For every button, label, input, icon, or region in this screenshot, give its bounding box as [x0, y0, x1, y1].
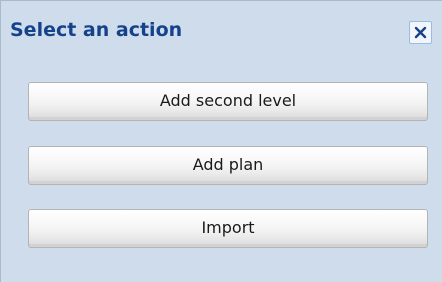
select-action-dialog: Select an action Add second level Add pl… — [0, 0, 442, 282]
add-second-level-button[interactable]: Add second level — [28, 82, 428, 121]
add-plan-button[interactable]: Add plan — [28, 146, 428, 185]
dialog-title: Select an action — [10, 19, 183, 41]
close-icon — [414, 26, 427, 39]
close-button[interactable] — [409, 21, 432, 44]
import-button[interactable]: Import — [28, 209, 428, 248]
